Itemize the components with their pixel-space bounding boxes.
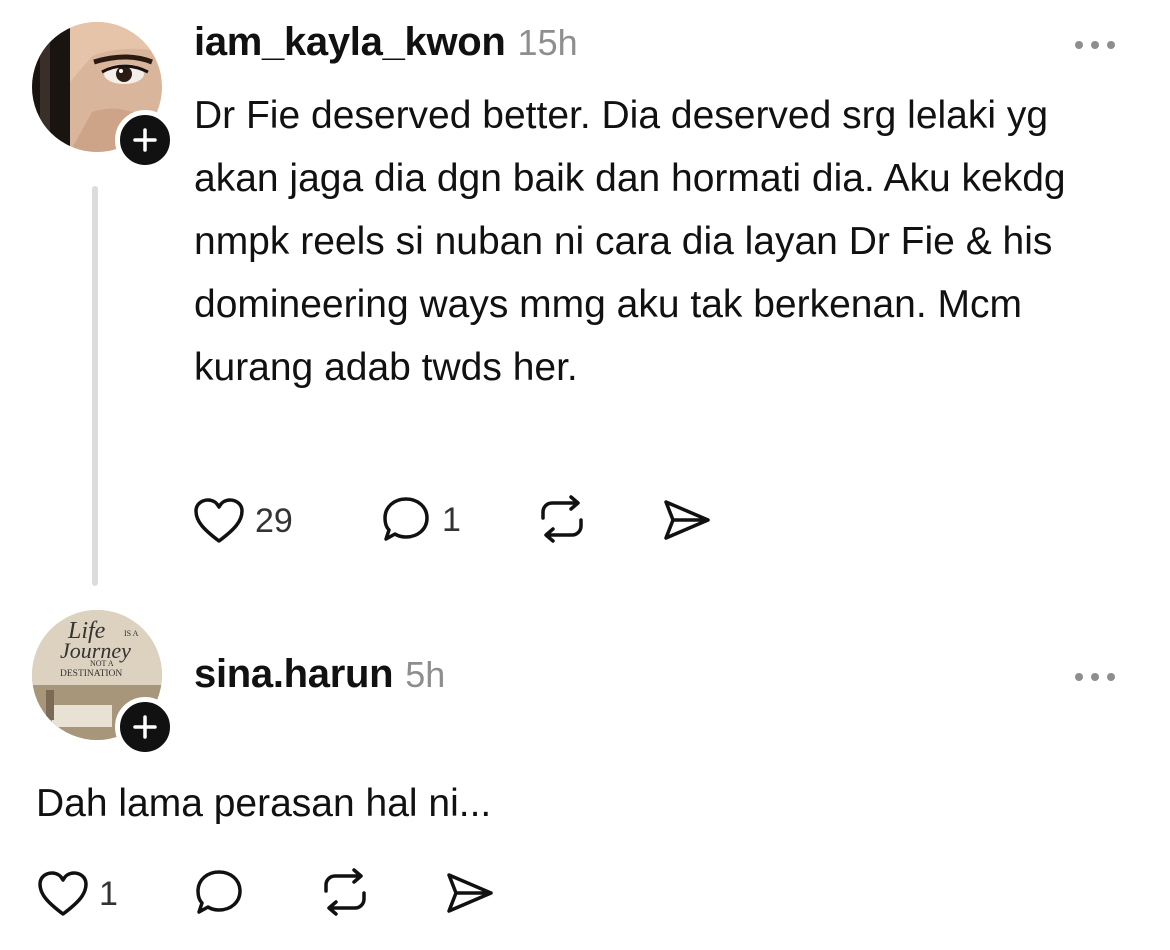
more-options-button[interactable] [1075,673,1115,681]
send-icon [447,873,493,913]
comment-icon [383,497,429,541]
more-options-button[interactable] [1075,41,1115,49]
like-count: 1 [99,874,118,913]
repost-icon [541,495,583,543]
post-text: Dr Fie deserved better. Dia deserved srg… [194,94,1066,389]
avatar-text-not-a: NOT A [90,659,114,668]
timestamp: 5h [405,654,446,695]
more-dot [1107,41,1115,49]
like-button[interactable]: 1 [37,870,118,918]
post-text: Dah lama perasan hal ni... [36,782,492,825]
username[interactable]: sina.harun [194,652,394,697]
more-dot [1107,673,1115,681]
heart-icon [38,871,88,916]
follow-button[interactable] [115,110,175,170]
avatar-text-is-a: IS A [124,629,139,638]
share-button[interactable] [660,496,714,544]
timestamp: 15h [517,22,578,63]
more-dot [1091,673,1099,681]
username[interactable]: iam_kayla_kwon [194,20,506,65]
follow-button[interactable] [115,697,175,757]
like-button[interactable]: 29 [193,497,293,545]
comment-icon [196,870,242,914]
share-button[interactable] [443,869,497,917]
like-count: 29 [255,501,293,540]
plus-icon [133,128,157,152]
thread-connector-line [92,186,98,586]
plus-icon [133,715,157,739]
reply-count: 1 [442,500,461,539]
more-dot [1091,41,1099,49]
reply-button[interactable] [193,868,245,918]
more-dots-icon [1075,673,1083,681]
post-header: sina.harun 5h [194,652,445,697]
avatar-text-destination: DESTINATION [60,669,122,679]
repost-button[interactable] [318,867,372,917]
heart-icon [194,498,244,543]
repost-icon [324,868,366,916]
send-icon [664,500,710,540]
repost-button[interactable] [535,494,589,544]
more-dots-icon [1075,41,1083,49]
reply-button[interactable]: 1 [380,495,461,545]
post-header: iam_kayla_kwon 15h [194,20,578,65]
